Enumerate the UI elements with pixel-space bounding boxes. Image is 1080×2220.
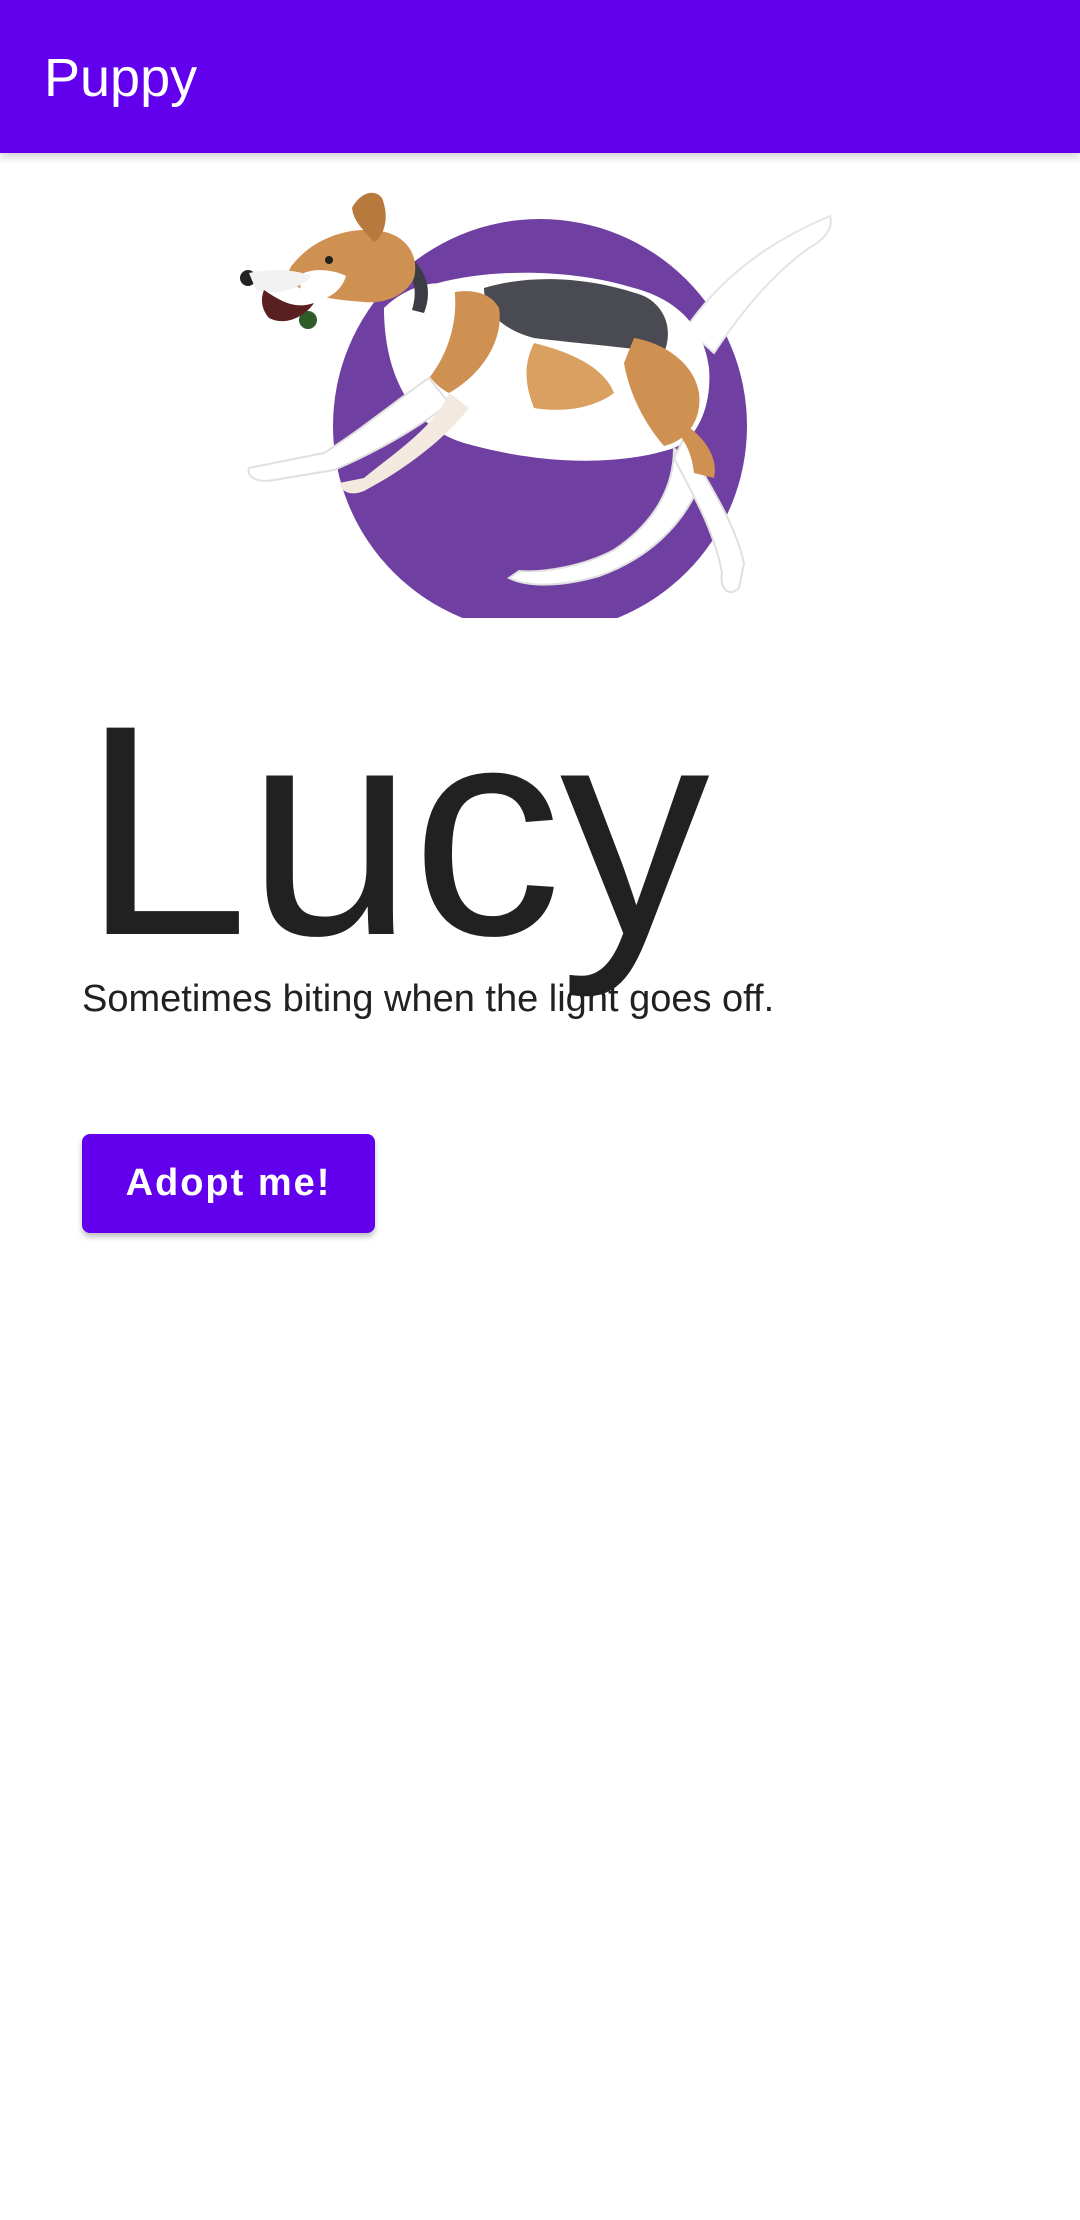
pet-name: Lucy (82, 662, 710, 998)
pet-description: Sometimes biting when the light goes off… (82, 978, 775, 1020)
puppy-detail-screen: Lucy Sometimes biting when the light goe… (0, 153, 1080, 2220)
adopt-button[interactable]: Adopt me! (82, 1134, 375, 1233)
app-title: Puppy (44, 48, 198, 108)
dog-photo-icon (240, 192, 832, 618)
top-app-bar: Puppy (0, 0, 1080, 153)
